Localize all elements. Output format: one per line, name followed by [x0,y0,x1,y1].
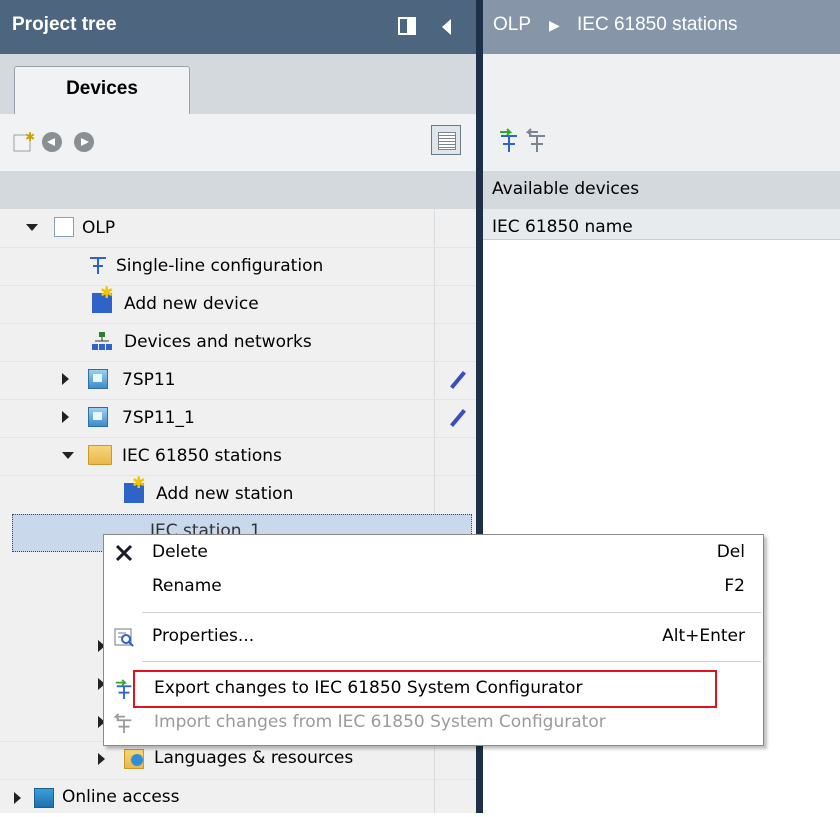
delete-icon [115,544,133,562]
tree-row-7sp11-1[interactable]: 7SP11_1 [0,399,436,437]
column-header[interactable]: IEC 61850 name [483,209,840,240]
back-icon[interactable] [42,132,62,152]
tree-label: OLP [82,218,116,238]
import-icon [114,713,132,733]
menu-item-label: Rename [152,576,222,596]
export-icon [115,679,132,699]
tree-label: Add new station [156,484,294,504]
menu-item-import-changes: Import changes from IEC 61850 System Con… [104,707,761,739]
menu-item-shortcut: Del [716,542,745,562]
forward-icon[interactable] [74,132,94,152]
editor-tab-strip [483,54,840,115]
tree-row-add-new-station[interactable]: Add new station [0,473,436,513]
project-icon [54,217,74,237]
menu-item-label: Delete [152,542,208,562]
expand-closed-icon[interactable] [98,753,105,765]
tree-row-single-line-configuration[interactable]: Single-line configuration [0,247,436,285]
menu-item-delete[interactable]: Delete Del [104,537,761,569]
single-line-config-icon [90,257,106,274]
tree-label: Add new device [124,294,259,314]
import-icon[interactable] [526,128,548,154]
menu-item-rename[interactable]: Rename F2 [104,571,761,603]
column-header-label: IEC 61850 name [492,217,633,237]
tree-label: IEC 61850 stations [122,446,282,466]
tree-label: Online access [62,787,180,807]
tree-label: Single-line configuration [116,256,324,276]
edit-pencil-icon[interactable] [447,408,467,428]
breadcrumb-item[interactable]: OLP [493,14,531,36]
tab-devices[interactable]: Devices [14,66,190,114]
languages-icon [124,749,144,769]
tree-row-add-new-device[interactable]: Add new device [0,283,436,323]
tree-row-online-access[interactable]: Online access [0,779,436,817]
menu-item-shortcut: F2 [724,576,745,596]
tree-row-languages-resources[interactable]: Languages & resources [0,741,436,779]
menu-item-shortcut: Alt+Enter [662,626,745,646]
collapse-arrow-icon[interactable] [442,19,451,35]
breadcrumb-separator-icon: ▶ [549,17,560,33]
overview-toggle-icon[interactable] [431,125,461,155]
folder-icon [88,445,112,465]
device-icon [88,407,108,427]
expand-open-icon[interactable] [26,224,38,231]
expand-closed-icon[interactable] [14,792,21,804]
network-icon [92,332,112,350]
breadcrumb: OLP ▶ IEC 61850 stations [483,0,840,54]
menu-item-label: Import changes from IEC 61850 System Con… [154,712,606,732]
menu-separator [142,612,761,613]
tree-label: 7SP11 [122,370,176,390]
tree-label: Devices and networks [124,332,312,352]
tree-row-devices-and-networks[interactable]: Devices and networks [0,323,436,361]
export-icon[interactable] [498,128,520,154]
context-menu: Delete Del Rename F2 Properties... Alt+E… [103,534,764,746]
available-devices-header: Available devices [483,171,840,209]
highlight-box [133,670,717,708]
breadcrumb-item[interactable]: IEC 61850 stations [577,14,738,36]
panel-title: Project tree [12,14,117,35]
new-group-icon[interactable]: ✱ [12,130,36,154]
available-devices-label: Available devices [492,179,640,199]
svg-text:✱: ✱ [25,130,35,144]
edit-pencil-icon[interactable] [447,370,467,390]
menu-item-properties[interactable]: Properties... Alt+Enter [104,621,761,653]
split-view-icon[interactable] [398,17,416,35]
online-access-icon [34,788,54,808]
tree-column-header [0,171,476,209]
expand-closed-icon[interactable] [62,411,69,423]
properties-icon [114,628,134,647]
menu-item-label: Properties... [152,626,255,646]
add-device-icon [92,283,113,313]
expand-open-icon[interactable] [62,452,74,459]
tab-devices-label: Devices [66,78,138,99]
device-icon [88,369,108,389]
tree-toolbar: ✱ [0,115,476,171]
menu-separator [142,661,761,662]
tree-row-iec-61850-stations[interactable]: IEC 61850 stations [0,437,436,475]
tree-label: Languages & resources [154,748,354,768]
project-tree-header: Project tree [0,0,476,54]
tree-row-7sp11[interactable]: 7SP11 [0,361,436,399]
add-station-icon [124,473,145,503]
tree-row-olp[interactable]: OLP [0,209,436,247]
expand-closed-icon[interactable] [62,373,69,385]
tree-label: 7SP11_1 [122,408,195,428]
